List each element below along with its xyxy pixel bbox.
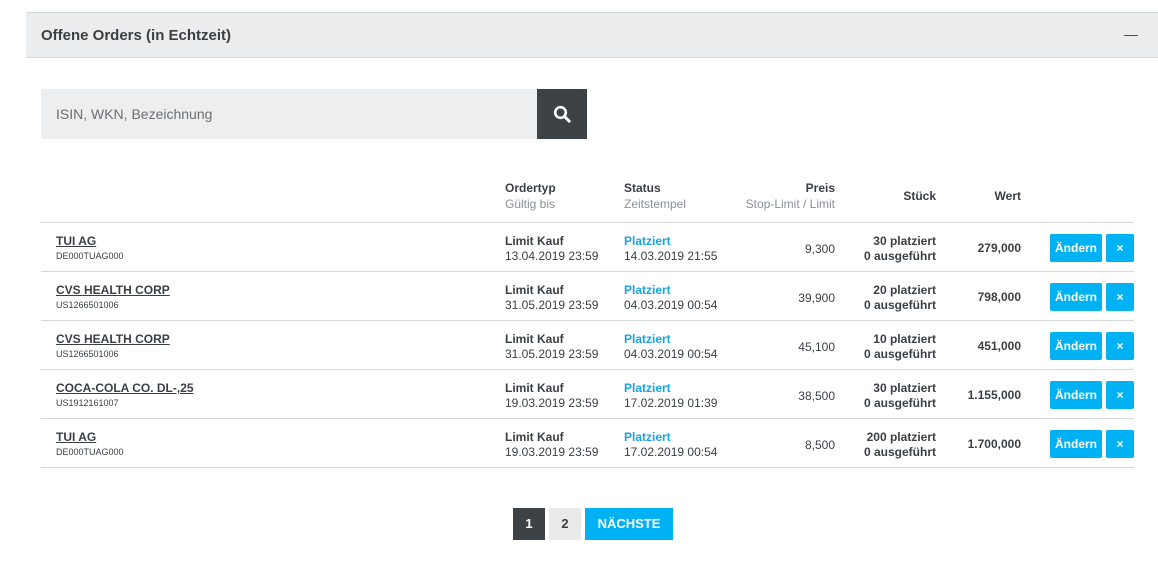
quantity-placed: 30 platziert bbox=[873, 381, 936, 395]
order-type: Limit Kauf bbox=[505, 332, 564, 346]
col-ordertyp-label: Ordertyp bbox=[505, 181, 556, 195]
col-status: Status Zeitstempel bbox=[624, 180, 686, 212]
status-link[interactable]: Platziert bbox=[624, 430, 671, 444]
edit-order-button[interactable]: Ändern bbox=[1050, 283, 1102, 311]
valid-until: 19.03.2019 23:59 bbox=[505, 445, 599, 459]
order-type: Limit Kauf bbox=[505, 381, 564, 395]
order-value: 279,000 bbox=[977, 241, 1021, 255]
status-link[interactable]: Platziert bbox=[624, 332, 671, 346]
isin: US1266501006 bbox=[56, 300, 119, 310]
quantity-placed: 20 platziert bbox=[873, 283, 936, 297]
status-link[interactable]: Platziert bbox=[624, 234, 671, 248]
isin: DE000TUAG000 bbox=[56, 251, 124, 261]
valid-until: 31.05.2019 23:59 bbox=[505, 347, 599, 361]
pagination-next-button[interactable]: NÄCHSTE bbox=[585, 508, 673, 540]
price: 38,500 bbox=[798, 389, 835, 403]
col-status-label: Status bbox=[624, 181, 661, 195]
price: 9,300 bbox=[804, 242, 835, 256]
price: 8,500 bbox=[804, 438, 835, 452]
quantity-executed: 0 ausgeführt bbox=[863, 347, 936, 361]
delete-order-button[interactable]: × bbox=[1106, 332, 1134, 360]
table-row: TUI AG DE000TUAG000 Limit Kauf 19.03.201… bbox=[41, 419, 1134, 468]
col-zeitstempel-label: Zeitstempel bbox=[624, 197, 687, 211]
table-row: CVS HEALTH CORP US1266501006 Limit Kauf … bbox=[41, 272, 1134, 321]
col-stueck: Stück bbox=[903, 188, 936, 204]
timestamp: 04.03.2019 00:54 bbox=[624, 298, 718, 312]
valid-until: 19.03.2019 23:59 bbox=[505, 396, 599, 410]
edit-order-button[interactable]: Ändern bbox=[1050, 381, 1102, 409]
price: 45,100 bbox=[798, 340, 835, 354]
col-preis-sub-label: Stop-Limit / Limit bbox=[745, 197, 835, 211]
col-wert: Wert bbox=[995, 188, 1021, 204]
delete-order-button[interactable]: × bbox=[1106, 381, 1134, 409]
quantity-executed: 0 ausgeführt bbox=[863, 298, 936, 312]
order-value: 1.700,000 bbox=[967, 437, 1021, 451]
edit-order-button[interactable]: Ändern bbox=[1050, 234, 1102, 262]
quantity-executed: 0 ausgeführt bbox=[863, 249, 936, 263]
status-link[interactable]: Platziert bbox=[624, 283, 671, 297]
order-type: Limit Kauf bbox=[505, 430, 564, 444]
quantity-placed: 30 platziert bbox=[873, 234, 936, 248]
col-ordertyp: Ordertyp Gültig bis bbox=[505, 180, 556, 212]
instrument-link[interactable]: TUI AG bbox=[56, 234, 96, 248]
col-stueck-label: Stück bbox=[903, 189, 936, 203]
col-gueltig-bis-label: Gültig bis bbox=[505, 197, 556, 211]
search-icon bbox=[553, 105, 571, 123]
timestamp: 17.02.2019 01:39 bbox=[624, 396, 718, 410]
instrument-link[interactable]: CVS HEALTH CORP bbox=[56, 283, 170, 297]
timestamp: 17.02.2019 00:54 bbox=[624, 445, 718, 459]
search-box bbox=[41, 89, 537, 139]
delete-order-button[interactable]: × bbox=[1106, 430, 1134, 458]
instrument-link[interactable]: CVS HEALTH CORP bbox=[56, 332, 170, 346]
isin: US1912161007 bbox=[56, 398, 119, 408]
instrument-link[interactable]: TUI AG bbox=[56, 430, 96, 444]
edit-order-button[interactable]: Ändern bbox=[1050, 430, 1102, 458]
table-row: TUI AG DE000TUAG000 Limit Kauf 13.04.201… bbox=[41, 223, 1134, 272]
delete-order-button[interactable]: × bbox=[1106, 234, 1134, 262]
quantity-placed: 10 platziert bbox=[873, 332, 936, 346]
pagination-page-2[interactable]: 2 bbox=[549, 508, 581, 540]
table-row: CVS HEALTH CORP US1266501006 Limit Kauf … bbox=[41, 321, 1134, 370]
edit-order-button[interactable]: Ändern bbox=[1050, 332, 1102, 360]
pagination-page-1[interactable]: 1 bbox=[513, 508, 545, 540]
panel-title: Offene Orders (in Echtzeit) bbox=[41, 27, 232, 44]
isin: US1266501006 bbox=[56, 349, 119, 359]
status-link[interactable]: Platziert bbox=[624, 381, 671, 395]
timestamp: 04.03.2019 00:54 bbox=[624, 347, 718, 361]
col-preis: Preis Stop-Limit / Limit bbox=[746, 180, 835, 212]
order-type: Limit Kauf bbox=[505, 283, 564, 297]
timestamp: 14.03.2019 21:55 bbox=[624, 249, 718, 263]
quantity-executed: 0 ausgeführt bbox=[863, 396, 936, 410]
isin: DE000TUAG000 bbox=[56, 447, 124, 457]
collapse-icon[interactable] bbox=[1124, 35, 1138, 36]
search-input[interactable] bbox=[41, 89, 537, 139]
col-preis-label: Preis bbox=[805, 181, 835, 195]
valid-until: 31.05.2019 23:59 bbox=[505, 298, 599, 312]
order-value: 798,000 bbox=[977, 290, 1021, 304]
order-type: Limit Kauf bbox=[505, 234, 564, 248]
col-wert-label: Wert bbox=[994, 189, 1021, 203]
order-value: 451,000 bbox=[977, 339, 1021, 353]
search-button[interactable] bbox=[537, 89, 587, 139]
panel-header: Offene Orders (in Echtzeit) bbox=[26, 12, 1158, 58]
valid-until: 13.04.2019 23:59 bbox=[505, 249, 599, 263]
delete-order-button[interactable]: × bbox=[1106, 283, 1134, 311]
price: 39,900 bbox=[798, 291, 835, 305]
quantity-placed: 200 platziert bbox=[866, 430, 936, 444]
quantity-executed: 0 ausgeführt bbox=[863, 445, 936, 459]
order-value: 1.155,000 bbox=[967, 388, 1021, 402]
instrument-link[interactable]: COCA-COLA CO. DL-,25 bbox=[56, 381, 194, 395]
table-row: COCA-COLA CO. DL-,25 US1912161007 Limit … bbox=[41, 370, 1134, 419]
